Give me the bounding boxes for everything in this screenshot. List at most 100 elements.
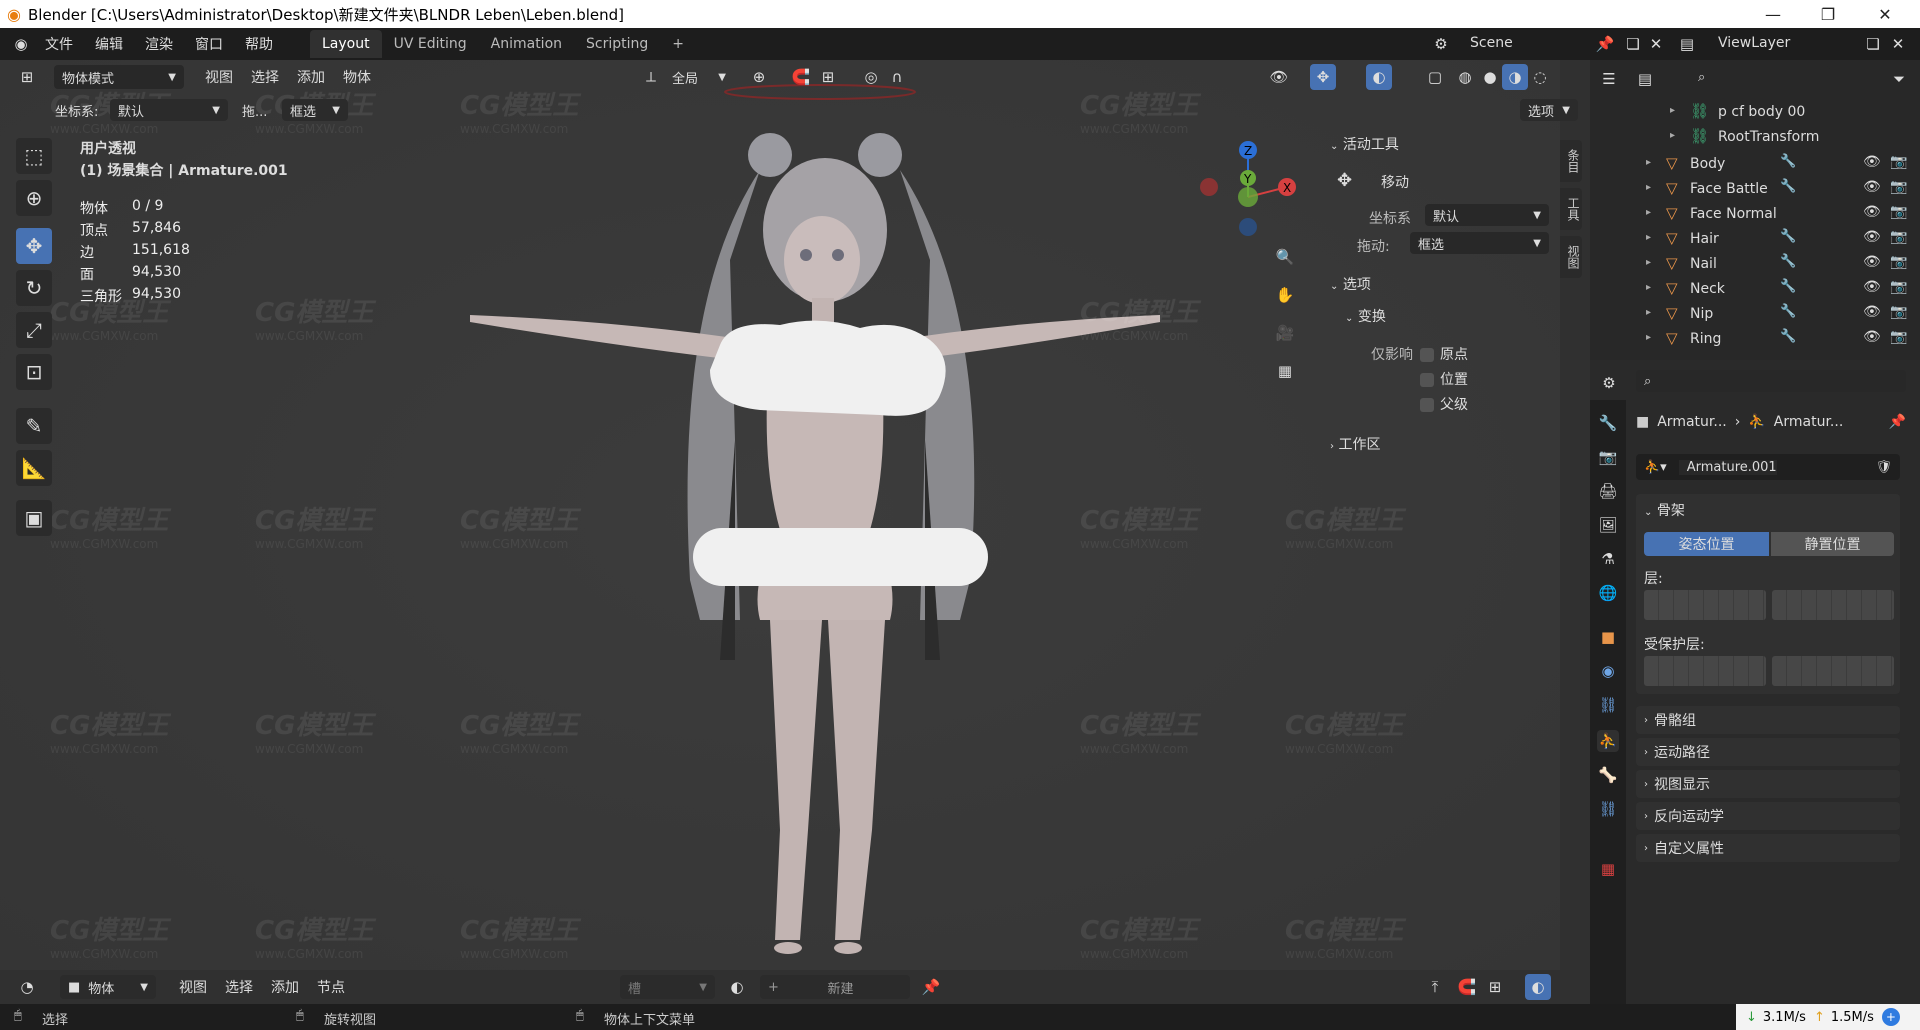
menu-help[interactable]: 帮助 <box>234 34 284 54</box>
menu-add[interactable]: 添加 <box>262 977 308 997</box>
snap-icon[interactable]: 🧲 <box>788 64 814 90</box>
properties-search-input[interactable]: ⌕ <box>1636 370 1906 392</box>
rotate-tool-icon[interactable]: ↻ <box>16 270 52 306</box>
viewlayer-icon[interactable]: ▤ <box>1674 31 1700 57</box>
object-tab-icon[interactable]: ■ <box>1597 626 1619 648</box>
pin-icon[interactable]: 📌 <box>1889 414 1906 430</box>
output-tab-icon[interactable]: 🖨 <box>1597 480 1619 502</box>
outliner-row[interactable]: ▸ ▽ Nip 🔧 👁 📷 <box>1590 302 1920 327</box>
custom-properties-section[interactable]: › 自定义属性 <box>1636 834 1900 862</box>
shader-type-select[interactable]: ■ 物体 ▼ <box>60 975 156 999</box>
fake-user-shield-icon[interactable]: 🛡 <box>1875 460 1892 475</box>
orientation-select[interactable]: 全局 ▼ <box>664 65 734 89</box>
navigation-gizmo[interactable]: Z X Y <box>1195 135 1305 245</box>
affect-parent-checkbox[interactable]: 父级 <box>1420 394 1468 414</box>
view-layer-tab-icon[interactable]: 🖼 <box>1597 514 1619 536</box>
visibility-eye-icon[interactable]: 👁 <box>1863 254 1881 270</box>
visibility-eye-icon[interactable]: 👁 <box>1863 304 1881 320</box>
properties-editor-icon[interactable]: ⚙ <box>1596 370 1622 396</box>
viewport-display-section[interactable]: › 视图显示 <box>1636 770 1900 798</box>
new-viewlayer-icon[interactable]: ❏ <box>1860 31 1886 57</box>
render-camera-icon[interactable]: 📷 <box>1890 179 1907 195</box>
armature-data-tab-icon[interactable]: ⛹ <box>1597 730 1619 752</box>
affect-origin-checkbox[interactable]: 原点 <box>1420 344 1468 364</box>
gizmo-neg-z[interactable] <box>1239 218 1257 236</box>
material-shading-icon[interactable]: ◑ <box>1502 64 1528 90</box>
protected-layers-grid[interactable] <box>1772 656 1894 686</box>
menu-select[interactable]: 选择 <box>242 67 288 87</box>
render-camera-icon[interactable]: 📷 <box>1890 154 1907 170</box>
plus-badge-icon[interactable]: + <box>1881 1008 1900 1026</box>
measure-tool-icon[interactable]: 📐 <box>16 450 52 486</box>
scene-tab-icon[interactable]: ⚗ <box>1597 548 1619 570</box>
filter-icon[interactable]: ⏷ <box>1886 66 1912 92</box>
overlay-toggle-icon[interactable]: ◐ <box>1366 64 1392 90</box>
world-tab-icon[interactable]: 🌐 <box>1597 582 1619 604</box>
armature-datablock-field[interactable]: ⛹▾ Armature.001 🛡 <box>1636 454 1900 480</box>
rest-position-button[interactable]: 静置位置 <box>1771 532 1894 556</box>
xray-icon[interactable]: ▢ <box>1422 64 1448 90</box>
menu-render[interactable]: 渲染 <box>134 34 184 54</box>
bone-layers-grid[interactable] <box>1772 590 1894 620</box>
render-camera-icon[interactable]: 📷 <box>1890 254 1907 270</box>
display-mode-icon[interactable]: ▤ <box>1632 66 1658 92</box>
outliner-row[interactable]: ▸ ▽ Neck 🔧 👁 📷 <box>1590 277 1920 302</box>
menu-object[interactable]: 物体 <box>334 67 380 87</box>
parent-icon[interactable]: ⤒ <box>1422 974 1448 1000</box>
snap-icon[interactable]: 🧲 <box>1454 974 1480 1000</box>
proportional-edit-icon[interactable]: ◎ <box>858 64 884 90</box>
scale-tool-icon[interactable]: ⤢ <box>16 312 52 348</box>
overlay-toggle-icon[interactable]: ◐ <box>1525 974 1551 1000</box>
outliner-row[interactable]: ▸ ▽ Face Normal 👁 📷 <box>1590 202 1920 227</box>
tab-animation[interactable]: Animation <box>479 30 574 58</box>
outliner-row[interactable]: ▸ ▽ Ring 🔧 👁 📷 <box>1590 327 1920 352</box>
render-tab-icon[interactable]: 📷 <box>1597 446 1619 468</box>
armature-datablock-name[interactable]: Armature.001 <box>1678 459 1777 475</box>
visibility-eye-icon[interactable]: 👁 <box>1863 179 1881 195</box>
menu-window[interactable]: 窗口 <box>184 34 234 54</box>
tab-tool[interactable]: 工具 <box>1560 188 1582 230</box>
transform-tool-icon[interactable]: ⊡ <box>16 354 52 390</box>
render-camera-icon[interactable]: 📷 <box>1890 304 1907 320</box>
options-header[interactable]: ⌄ 选项 <box>1330 274 1371 294</box>
inverse-kinematics-section[interactable]: › 反向运动学 <box>1636 802 1900 830</box>
viewlayer-name[interactable]: ViewLayer <box>1718 35 1790 51</box>
modifier-icon[interactable]: 🔧 <box>1780 254 1796 269</box>
visibility-eye-icon[interactable]: 👁 <box>1863 329 1881 345</box>
modifier-icon[interactable]: 🔧 <box>1780 329 1796 344</box>
outliner-editor-icon[interactable]: ☰ <box>1596 66 1622 92</box>
menu-select[interactable]: 选择 <box>216 977 262 997</box>
render-camera-icon[interactable]: 📷 <box>1890 204 1907 220</box>
tool-tab-icon[interactable]: 🔧 <box>1597 412 1619 434</box>
solid-shading-icon[interactable]: ● <box>1477 64 1503 90</box>
bone-constraint-tab-icon[interactable]: ⛓ <box>1597 798 1619 820</box>
coord-select[interactable]: 默认 ▼ <box>1425 204 1549 226</box>
expand-icon[interactable]: ▸ <box>1646 182 1651 193</box>
tab-uv-editing[interactable]: UV Editing <box>382 30 479 58</box>
expand-icon[interactable]: ▸ <box>1646 257 1651 268</box>
workspace-header[interactable]: › 工作区 <box>1330 434 1380 454</box>
minimize-icon[interactable]: — <box>1750 0 1796 28</box>
expand-icon[interactable]: ▸ <box>1646 282 1651 293</box>
bone-tab-icon[interactable]: 🦴 <box>1597 764 1619 786</box>
outliner-row[interactable]: ▸ ▽ Nail 🔧 👁 📷 <box>1590 252 1920 277</box>
zoom-icon[interactable]: 🔍 <box>1270 242 1300 272</box>
tab-item[interactable]: 条目 <box>1560 140 1582 182</box>
pan-hand-icon[interactable]: ✋ <box>1270 280 1300 310</box>
new-material-button[interactable]: + 新建 <box>760 975 910 999</box>
coord-system-select[interactable]: 默认 ▼ <box>110 99 228 121</box>
menu-view[interactable]: 视图 <box>170 977 216 997</box>
restore-icon[interactable]: ❐ <box>1805 0 1851 28</box>
texture-tab-icon[interactable]: ▦ <box>1597 858 1619 880</box>
snap-target-icon[interactable]: ⊞ <box>815 64 841 90</box>
menu-view[interactable]: 视图 <box>196 67 242 87</box>
modifier-icon[interactable]: 🔧 <box>1780 229 1796 244</box>
outliner-row[interactable]: ▸ ▽ Hair 🔧 👁 📷 <box>1590 227 1920 252</box>
drag-select[interactable]: 框选 ▼ <box>1410 232 1549 254</box>
expand-icon[interactable]: ▸ <box>1646 332 1651 343</box>
motion-paths-section[interactable]: › 运动路径 <box>1636 738 1900 766</box>
drag-select[interactable]: 框选 ▼ <box>282 99 348 121</box>
mode-select[interactable]: 物体模式 ▼ <box>54 65 184 89</box>
outliner-row[interactable]: ▸ ⛓ p cf body 00 <box>1590 100 1920 125</box>
falloff-icon[interactable]: ∩ <box>884 64 910 90</box>
